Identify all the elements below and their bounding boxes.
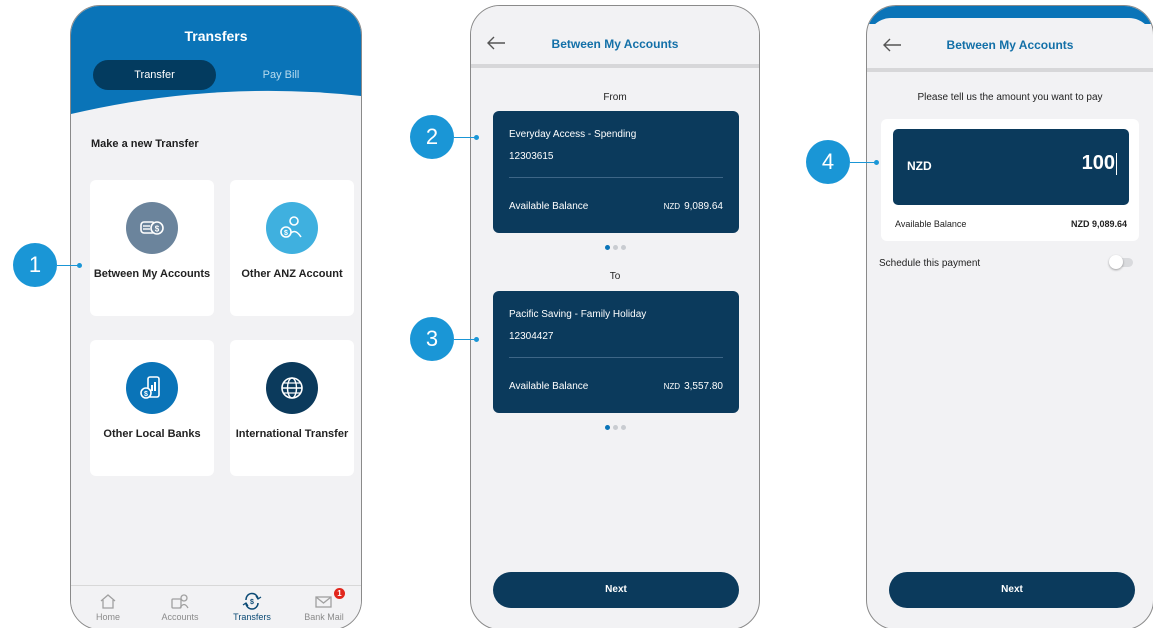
carousel-dot[interactable] <box>612 245 618 250</box>
nav-label: Bank Mail <box>304 612 344 622</box>
home-icon <box>73 590 143 612</box>
option-label: Between My Accounts <box>93 268 211 280</box>
schedule-label: Schedule this payment <box>879 258 981 269</box>
between-accounts-screen: Between My Accounts From Everyday Access… <box>470 5 760 628</box>
option-international-transfer[interactable]: International Transfer <box>230 340 354 476</box>
option-other-local-banks[interactable]: $ Other Local Banks <box>90 340 214 476</box>
page-title: Transfers <box>184 28 248 44</box>
available-balance-value: NZD 9,089.64 <box>1070 219 1127 229</box>
amount-panel: NZD 100 Available Balance NZD 9,089.64 <box>881 119 1139 241</box>
tab-pay-bill[interactable]: Pay Bill <box>223 60 339 90</box>
tab-transfer[interactable]: Transfer <box>93 60 216 90</box>
option-label: International Transfer <box>235 428 349 440</box>
to-label: To <box>609 271 621 282</box>
callout-leader <box>57 265 79 266</box>
callout-leader-dot <box>77 263 82 268</box>
balance-amount: 3,557.80 <box>684 381 723 392</box>
available-balance-label: Available Balance <box>895 219 967 229</box>
section-title: Make a new Transfer <box>91 138 199 150</box>
amount-text: 100 <box>1081 152 1115 174</box>
carousel-dot[interactable] <box>604 245 610 250</box>
option-label: Other ANZ Account <box>241 268 343 280</box>
carousel-dot[interactable] <box>620 425 626 430</box>
bottom-nav: Home Accounts $ Transfers 1 Bank Mail <box>71 585 361 628</box>
page-title: Between My Accounts <box>551 37 679 51</box>
from-account-card[interactable]: Everyday Access - Spending 12303615 Avai… <box>493 111 739 233</box>
text-caret <box>1116 152 1117 175</box>
carousel-dot[interactable] <box>612 425 618 430</box>
card-divider <box>509 357 723 358</box>
screen-header: Between My Accounts <box>867 18 1153 72</box>
accounts-icon <box>145 590 215 612</box>
account-number: 12303615 <box>509 151 554 162</box>
currency: NZD <box>663 382 681 391</box>
transfer-tabs: Transfer Pay Bill <box>93 60 339 90</box>
amount-prompt: Please tell us the amount you want to pa… <box>917 92 1103 103</box>
callout-leader-dot <box>474 135 479 140</box>
callout-leader <box>454 137 476 138</box>
callout-4: 4 <box>806 140 850 184</box>
svg-text:$: $ <box>284 230 288 237</box>
amount-currency: NZD <box>907 159 932 173</box>
person-dollar-icon: $ <box>266 202 318 254</box>
callout-leader-dot <box>474 337 479 342</box>
to-account-card[interactable]: Pacific Saving - Family Holiday 12304427… <box>493 291 739 413</box>
transfers-screen: Transfers Transfer Pay Bill Make a new T… <box>70 5 362 628</box>
next-button[interactable]: Next <box>493 572 739 608</box>
svg-text:$: $ <box>155 225 160 234</box>
svg-text:$: $ <box>144 391 148 398</box>
amount-value: 100 <box>1082 152 1117 175</box>
transfers-icon: $ <box>217 590 287 612</box>
nav-label: Home <box>95 612 120 622</box>
option-between-my-accounts[interactable]: $ Between My Accounts <box>90 180 214 316</box>
option-label: Other Local Banks <box>103 428 201 440</box>
nav-bank-mail[interactable]: 1 Bank Mail <box>289 588 359 622</box>
balance-label: Available Balance <box>509 201 589 212</box>
next-button[interactable]: Next <box>889 572 1135 608</box>
coins-icon: $ <box>126 202 178 254</box>
from-label: From <box>603 92 627 103</box>
schedule-toggle[interactable] <box>1109 255 1133 269</box>
phone-dollar-icon: $ <box>126 362 178 414</box>
svg-text:$: $ <box>250 599 254 606</box>
nav-accounts[interactable]: Accounts <box>145 590 215 622</box>
balance-value: NZD 3,557.80 <box>664 381 723 392</box>
from-carousel-dots <box>471 245 759 251</box>
callout-3: 3 <box>410 317 454 361</box>
page-title: Between My Accounts <box>946 38 1074 52</box>
account-name: Everyday Access - Spending <box>509 129 637 140</box>
nav-label: Accounts <box>161 612 199 622</box>
callout-2: 2 <box>410 115 454 159</box>
callout-leader <box>850 162 876 163</box>
card-divider <box>509 177 723 178</box>
option-other-anz-account[interactable]: $ Other ANZ Account <box>230 180 354 316</box>
mail-badge: 1 <box>334 588 345 599</box>
currency: NZD <box>663 202 681 211</box>
globe-icon <box>266 362 318 414</box>
amount-screen: Between My Accounts Please tell us the a… <box>866 5 1153 628</box>
nav-home[interactable]: Home <box>73 590 143 622</box>
toggle-knob <box>1109 255 1123 269</box>
nav-label: Transfers <box>233 612 271 622</box>
balance-label: Available Balance <box>509 381 589 392</box>
callout-1: 1 <box>13 243 57 287</box>
mail-icon: 1 <box>289 588 359 612</box>
amount-input[interactable]: NZD 100 <box>893 129 1129 205</box>
to-carousel-dots <box>471 425 759 431</box>
account-name: Pacific Saving - Family Holiday <box>509 309 647 320</box>
screen-header: Between My Accounts <box>471 6 759 68</box>
balance-amount: 9,089.64 <box>684 201 723 212</box>
carousel-dot[interactable] <box>604 425 610 430</box>
balance-value: NZD 9,089.64 <box>664 201 723 212</box>
account-number: 12304427 <box>509 331 554 342</box>
header-curve <box>71 90 361 126</box>
callout-leader-dot <box>874 160 879 165</box>
carousel-dot[interactable] <box>620 245 626 250</box>
nav-transfers[interactable]: $ Transfers <box>217 590 287 622</box>
callout-leader <box>454 339 476 340</box>
